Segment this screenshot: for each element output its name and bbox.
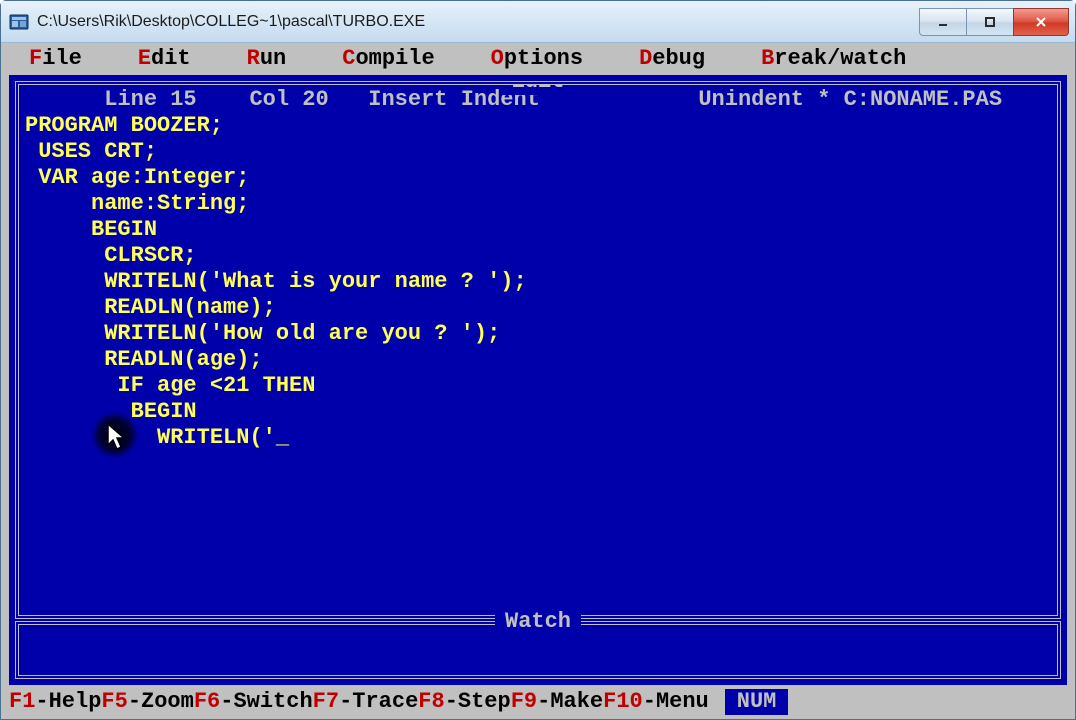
code-line: CLRSCR;	[25, 243, 1051, 269]
function-key-bar: F1-Help F5-Zoom F6-Switch F7-Trace F8-St…	[1, 685, 1075, 719]
app-window: C:\Users\Rik\Desktop\COLLEG~1\pascal\TUR…	[0, 0, 1076, 720]
dos-surface: File Edit Run Compile Options Debug Brea…	[1, 43, 1075, 719]
menu-break-watch[interactable]: Break/watch	[733, 46, 934, 72]
code-line: PROGRAM BOOZER;	[25, 113, 1051, 139]
code-line: USES CRT;	[25, 139, 1051, 165]
code-line: READLN(age);	[25, 347, 1051, 373]
app-icon	[9, 12, 29, 32]
menu-edit[interactable]: Edit	[110, 46, 219, 72]
menu-bar: File Edit Run Compile Options Debug Brea…	[1, 43, 1075, 75]
code-line: WRITELN('How old are you ? ');	[25, 321, 1051, 347]
fkey-trace[interactable]: F7-Trace	[313, 689, 419, 715]
menu-run[interactable]: Run	[219, 46, 315, 72]
text-cursor: _	[276, 425, 288, 451]
fkey-zoom[interactable]: F5-Zoom	[101, 689, 193, 715]
status-col-number: 20	[302, 87, 328, 112]
menu-compile[interactable]: Compile	[314, 46, 462, 72]
menu-options[interactable]: Options	[463, 46, 611, 72]
edit-panel[interactable]: Edit Line 15 Col 20 Insert Indent Uninde…	[15, 81, 1061, 619]
numlock-indicator: NUM	[725, 689, 789, 715]
code-line: WRITELN('_	[25, 425, 1051, 451]
menu-debug[interactable]: Debug	[611, 46, 733, 72]
code-area[interactable]: PROGRAM BOOZER; USES CRT; VAR age:Intege…	[25, 113, 1051, 451]
status-line-number: 15	[170, 87, 196, 112]
status-filename: C:NONAME.PAS	[844, 87, 1002, 112]
watch-panel-title: Watch	[495, 609, 581, 635]
code-line: BEGIN	[25, 399, 1051, 425]
fkey-switch[interactable]: F6-Switch	[194, 689, 313, 715]
turbo-pascal-screen: File Edit Run Compile Options Debug Brea…	[1, 43, 1075, 719]
window-title: C:\Users\Rik\Desktop\COLLEG~1\pascal\TUR…	[37, 13, 920, 31]
code-line: WRITELN('What is your name ? ');	[25, 269, 1051, 295]
minimize-button[interactable]	[919, 8, 967, 36]
maximize-button[interactable]	[966, 8, 1014, 36]
fkey-make[interactable]: F9-Make	[511, 689, 603, 715]
watch-panel[interactable]: Watch	[15, 621, 1061, 679]
edit-panel-title: Edit	[502, 81, 575, 95]
close-button[interactable]	[1013, 8, 1069, 36]
editor-frame: Edit Line 15 Col 20 Insert Indent Uninde…	[9, 75, 1067, 685]
code-line: IF age <21 THEN	[25, 373, 1051, 399]
code-line: name:String;	[25, 191, 1051, 217]
fkey-step[interactable]: F8-Step	[418, 689, 510, 715]
fkey-menu[interactable]: F10-Menu	[603, 689, 709, 715]
menu-file[interactable]: File	[1, 46, 110, 72]
code-line: BEGIN	[25, 217, 1051, 243]
window-controls	[920, 8, 1069, 36]
code-line: READLN(name);	[25, 295, 1051, 321]
fkey-help[interactable]: F1-Help	[9, 689, 101, 715]
titlebar[interactable]: C:\Users\Rik\Desktop\COLLEG~1\pascal\TUR…	[1, 1, 1075, 43]
code-line: VAR age:Integer;	[25, 165, 1051, 191]
